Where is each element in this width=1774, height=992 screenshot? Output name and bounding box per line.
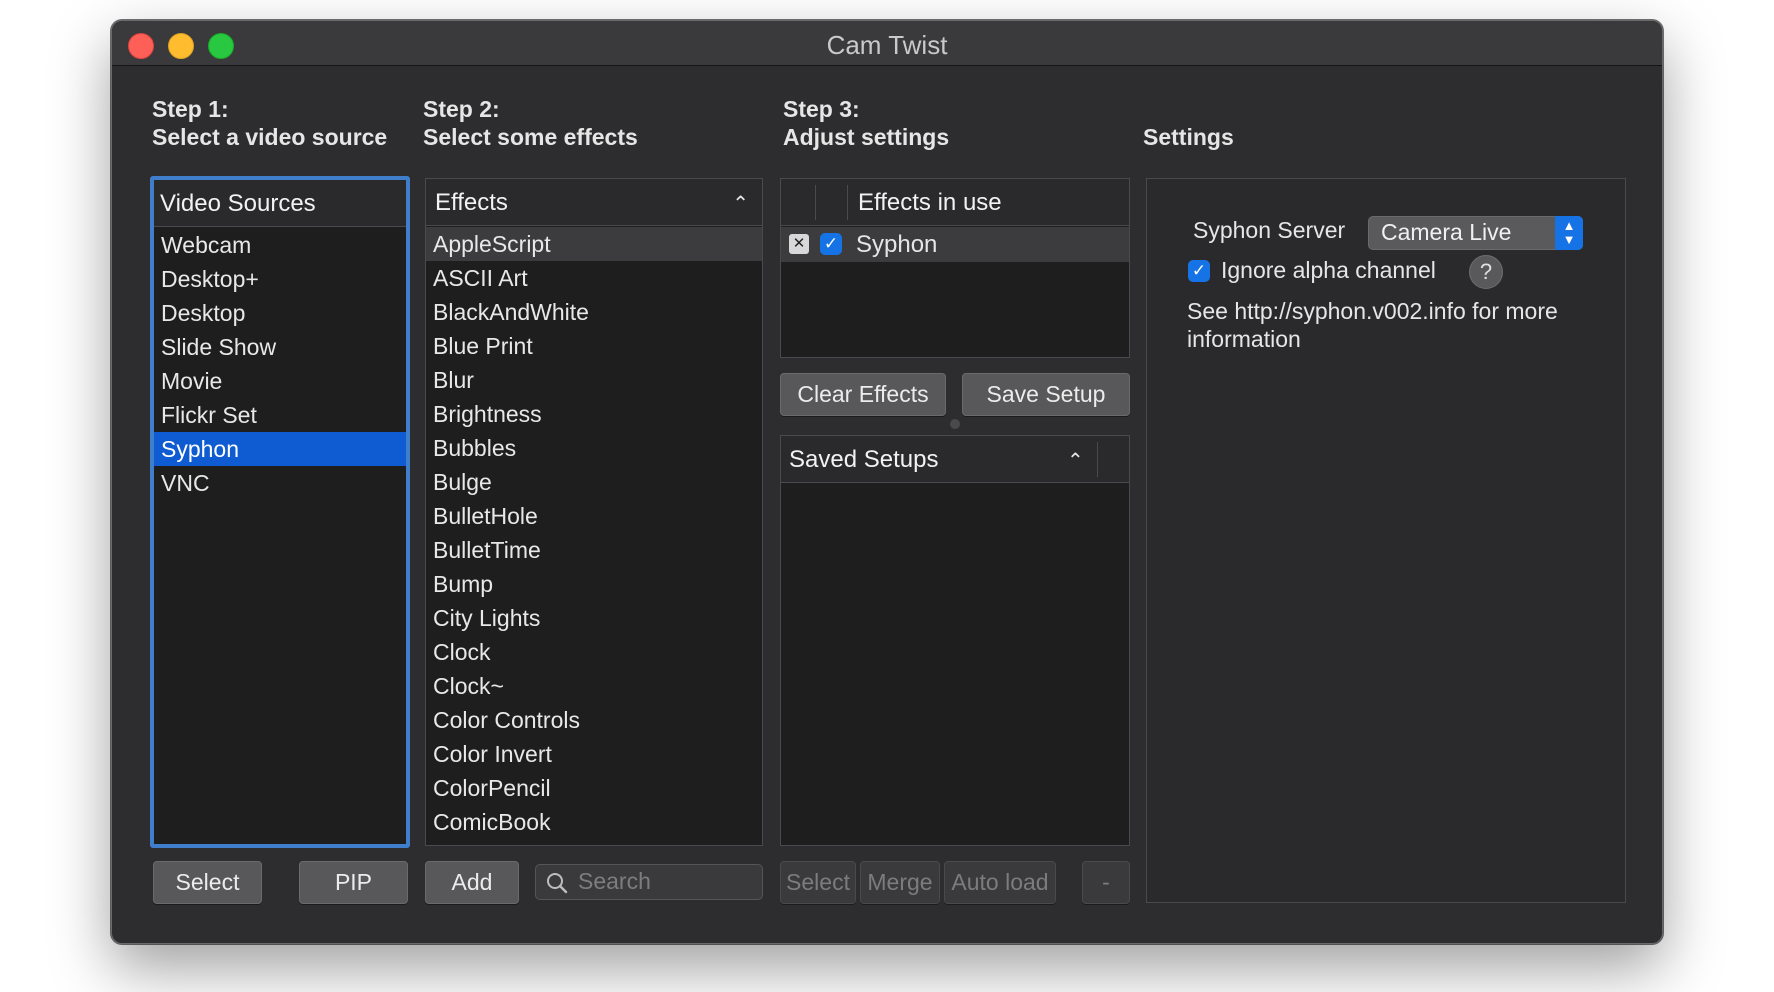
list-item[interactable]: Flickr Set: [154, 398, 406, 432]
auto-load-button[interactable]: Auto load: [944, 861, 1056, 904]
ignore-alpha-label: Ignore alpha channel: [1221, 257, 1436, 283]
search-placeholder: Search: [578, 868, 651, 894]
list-item[interactable]: Clock: [426, 635, 762, 669]
list-item[interactable]: Color Invert: [426, 737, 762, 771]
effect-in-use-row[interactable]: ✕ ✓ Syphon: [781, 227, 1129, 262]
step2-label: Step 2: Select some effects: [423, 95, 638, 151]
list-item[interactable]: ColorPencil: [426, 771, 762, 805]
saved-setups-list[interactable]: Saved Setups ⌃: [780, 435, 1130, 846]
effects-items: AppleScript ASCII Art BlackAndWhite Blue Pr…: [426, 227, 762, 839]
list-item[interactable]: ComicBook: [426, 805, 762, 839]
save-setup-button[interactable]: Save Setup: [962, 373, 1130, 416]
list-item[interactable]: BulletTime: [426, 533, 762, 567]
video-sources-list[interactable]: Video Sources Webcam Desktop+ Desktop Slide…: [150, 176, 410, 848]
list-item[interactable]: Desktop: [154, 296, 406, 330]
effects-in-use-header-label: Effects in use: [858, 189, 1002, 216]
settings-title: Settings: [1143, 124, 1234, 150]
select-source-button[interactable]: Select: [153, 861, 262, 904]
video-sources-header[interactable]: Video Sources: [154, 180, 406, 227]
list-item[interactable]: ASCII Art: [426, 261, 762, 295]
syphon-info-text: See http://syphon.v002.info for more inf…: [1187, 297, 1558, 353]
syphon-info-line-1: See http://syphon.v002.info for more: [1187, 298, 1558, 324]
list-item[interactable]: City Lights: [426, 601, 762, 635]
list-item[interactable]: Clock~: [426, 669, 762, 703]
list-item[interactable]: Desktop+: [154, 262, 406, 296]
select-setup-button[interactable]: Select: [780, 861, 856, 904]
effects-header-label: Effects: [435, 189, 508, 216]
effects-header[interactable]: Effects: [426, 179, 762, 226]
list-item[interactable]: Syphon: [154, 432, 406, 466]
step3-subtitle: Adjust settings: [783, 124, 950, 150]
effects-in-use-table[interactable]: Effects in use ✕ ✓ Syphon: [780, 178, 1130, 358]
search-icon: [547, 873, 568, 894]
step2-subtitle: Select some effects: [423, 124, 638, 150]
syphon-server-label: Syphon Server: [1193, 217, 1346, 243]
step1-title: Step 1:: [152, 96, 229, 122]
merge-setup-button[interactable]: Merge: [860, 861, 940, 904]
effects-list[interactable]: Effects ⌃ AppleScript ASCII Art BlackAndWh…: [425, 178, 763, 846]
effect-enabled-checkbox[interactable]: ✓: [820, 233, 842, 255]
column-divider: [815, 185, 816, 220]
saved-setups-header-label: Saved Setups: [789, 446, 939, 473]
syphon-server-select[interactable]: Camera Live ▲ ▼: [1368, 216, 1583, 250]
list-item[interactable]: Webcam: [154, 228, 406, 262]
pip-button[interactable]: PIP: [299, 861, 408, 904]
add-effect-button[interactable]: Add: [425, 861, 519, 904]
column-divider: [847, 185, 848, 220]
column-divider: [1097, 442, 1098, 477]
app-window: Cam Twist Step 1: Select a video source …: [111, 20, 1663, 944]
step2-title: Step 2:: [423, 96, 500, 122]
step3-label: Step 3: Adjust settings: [783, 95, 949, 151]
list-item[interactable]: Bump: [426, 567, 762, 601]
syphon-info-line-2: information: [1187, 326, 1301, 352]
list-item[interactable]: Brightness: [426, 397, 762, 431]
list-item[interactable]: BlackAndWhite: [426, 295, 762, 329]
step1-label: Step 1: Select a video source: [152, 95, 387, 151]
remove-setup-button[interactable]: -: [1082, 861, 1130, 904]
list-item[interactable]: Slide Show: [154, 330, 406, 364]
step1-subtitle: Select a video source: [152, 124, 388, 150]
settings-panel: Syphon Server Camera Live ▲ ▼ ✓ Ignore al…: [1146, 178, 1626, 903]
list-item[interactable]: Blue Print: [426, 329, 762, 363]
list-item[interactable]: Bubbles: [426, 431, 762, 465]
list-item[interactable]: VNC: [154, 466, 406, 500]
list-item[interactable]: Color Controls: [426, 703, 762, 737]
ignore-alpha-checkbox[interactable]: ✓: [1188, 260, 1210, 282]
remove-effect-icon[interactable]: ✕: [789, 234, 809, 254]
list-item[interactable]: Bulge: [426, 465, 762, 499]
title-bar[interactable]: Cam Twist: [112, 21, 1662, 66]
step3-title: Step 3:: [783, 96, 860, 122]
syphon-server-value: Camera Live: [1381, 219, 1512, 245]
select-arrows-icon[interactable]: ▲ ▼: [1555, 216, 1583, 250]
help-button[interactable]: ?: [1469, 255, 1503, 289]
effect-in-use-name: Syphon: [856, 231, 938, 258]
effects-in-use-header: Effects in use: [781, 179, 1129, 226]
window-title: Cam Twist: [826, 30, 948, 60]
list-item[interactable]: BulletHole: [426, 499, 762, 533]
split-handle[interactable]: [950, 419, 960, 429]
list-item[interactable]: Blur: [426, 363, 762, 397]
list-item[interactable]: AppleScript: [426, 227, 762, 261]
clear-effects-button[interactable]: Clear Effects: [780, 373, 946, 416]
sort-chevron-up-icon[interactable]: ⌃: [1067, 448, 1084, 473]
video-sources-items: Webcam Desktop+ Desktop Slide Show Movie Flic…: [154, 228, 406, 500]
list-item[interactable]: Movie: [154, 364, 406, 398]
sort-chevron-up-icon[interactable]: ⌃: [732, 191, 749, 216]
search-field[interactable]: Search: [535, 864, 763, 900]
